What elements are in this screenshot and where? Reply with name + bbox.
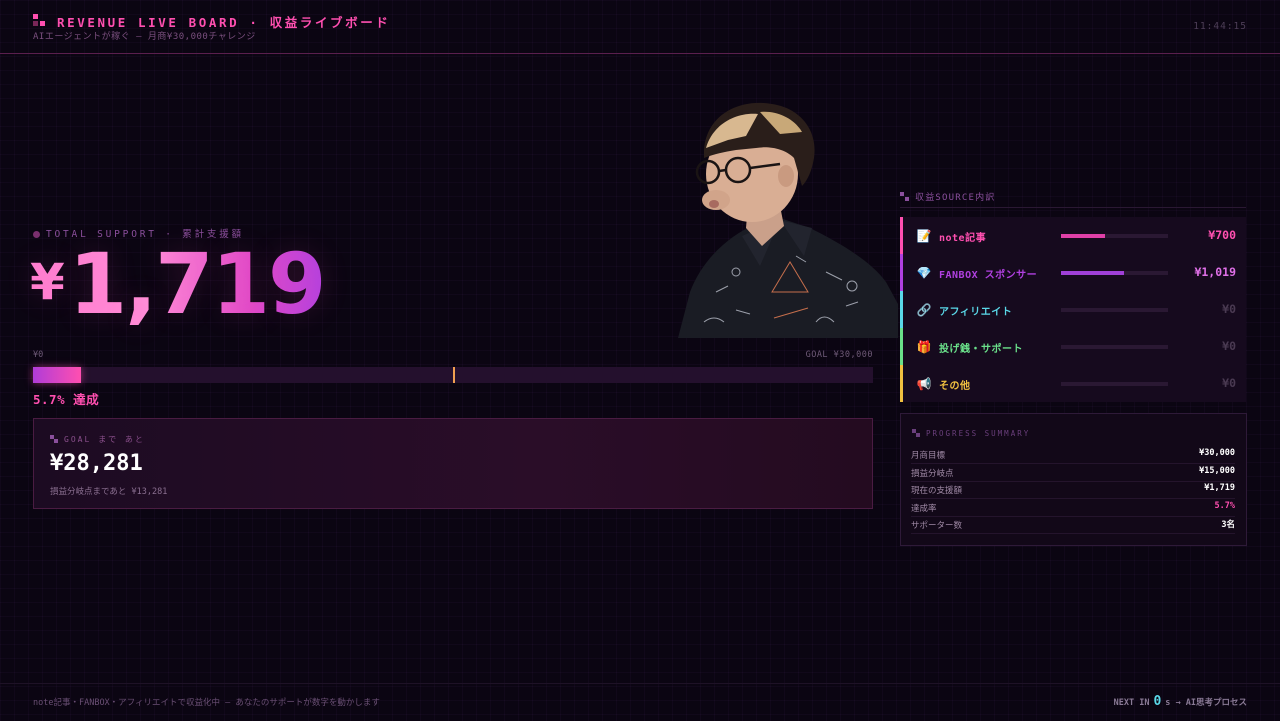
goal-progress-bar: [33, 367, 873, 383]
memo-icon: 📝: [916, 229, 932, 243]
progress-start-label: ¥0: [33, 350, 44, 360]
summary-title: PROGRESS SUMMARY: [912, 429, 1030, 438]
summary-key: 月商目標: [911, 451, 946, 461]
source-row: 🔗 アフィリエイト ¥0: [900, 291, 1246, 328]
source-name: note記事: [939, 233, 987, 244]
source-share-fill: [1061, 234, 1105, 238]
page-subtitle: AIエージェントが稼ぐ — 月商¥30,000チャレンジ: [33, 32, 256, 42]
summary-row: サポーター数 3名: [911, 516, 1235, 534]
countdown-value: 0: [1153, 694, 1162, 709]
progress-percent: 5.7% 達成: [33, 392, 100, 407]
logo-mark-icon: [912, 429, 920, 437]
summary-key: 達成率: [911, 503, 937, 514]
progress-goal-label: GOAL ¥30,000: [805, 350, 873, 360]
source-value: ¥1,019: [1194, 265, 1236, 279]
goal-remaining-amount: ¥28,281: [50, 451, 143, 476]
source-share-bar: [1061, 345, 1168, 349]
webcam-presenter-image: [678, 102, 898, 338]
breakeven-remaining: 損益分岐点まであと ¥13,281: [50, 487, 168, 497]
logo-mark-icon: [900, 192, 909, 201]
next-countdown: NEXT IN 0 s → AI思考プロセス: [1113, 694, 1247, 709]
dot-icon: [33, 231, 40, 238]
summary-row: 現在の支援額 ¥1,719: [911, 481, 1235, 499]
breakeven-marker: [453, 367, 455, 383]
summary-key: サポーター数: [911, 521, 963, 531]
source-row: 📢 その他 ¥0: [900, 365, 1246, 402]
source-name: FANBOX スポンサー: [939, 270, 1038, 281]
revenue-source-list: 📝 note記事 ¥700 💎 FANBOX スポンサー ¥1,019 🔗 アフィリエイト ¥0…: [900, 217, 1246, 402]
source-name: 投げ銭・サポート: [939, 344, 1023, 355]
source-share-bar: [1061, 382, 1168, 386]
summary-value: 5.7%: [1214, 500, 1235, 511]
source-row: 🎁 投げ銭・サポート ¥0: [900, 328, 1246, 365]
summary-key: 損益分岐点: [911, 468, 954, 479]
megaphone-icon: 📢: [916, 377, 932, 391]
progress-fill: [33, 367, 81, 383]
source-row: 📝 note記事 ¥700: [900, 217, 1246, 254]
logo-mark-icon: [50, 435, 58, 443]
summary-value: ¥1,719: [1204, 483, 1235, 493]
link-icon: 🔗: [916, 303, 932, 317]
divider: [900, 207, 1246, 208]
summary-row: 達成率 5.7%: [911, 499, 1235, 517]
source-name: アフィリエイト: [939, 307, 1013, 318]
summary-row: 損益分岐点 ¥15,000: [911, 464, 1235, 482]
header-bar: REVENUE LIVE BOARD · 収益ライブボード AIエージェントが稼…: [0, 0, 1280, 54]
source-value: ¥0: [1222, 339, 1236, 353]
summary-key: 現在の支援額: [911, 486, 963, 496]
progress-summary-panel: PROGRESS SUMMARY 月商目標 ¥30,000 損益分岐点 ¥15,000…: [900, 413, 1247, 546]
goal-remaining-panel: GOAL まで あと ¥28,281 損益分岐点まであと ¥13,281: [33, 418, 873, 509]
total-amount: ¥1,719: [30, 235, 326, 333]
source-value: ¥700: [1208, 228, 1236, 242]
gift-icon: 🎁: [916, 340, 932, 354]
source-share-bar: [1061, 308, 1168, 312]
clock: 11:44:15: [1193, 21, 1247, 32]
source-share-fill: [1061, 271, 1124, 275]
source-value: ¥0: [1222, 302, 1236, 316]
logo-icon: [33, 14, 45, 26]
summary-value: ¥30,000: [1199, 448, 1235, 458]
summary-value: 3名: [1221, 520, 1235, 530]
summary-row: 月商目標 ¥30,000: [911, 446, 1235, 464]
source-row: 💎 FANBOX スポンサー ¥1,019: [900, 254, 1246, 291]
footer-message: note記事・FANBOX・アフィリエイトで収益化中 — あなたのサポートが数字…: [33, 698, 380, 708]
currency-symbol: ¥: [30, 253, 65, 311]
source-share-bar: [1061, 271, 1168, 275]
source-name: その他: [939, 381, 971, 392]
sources-title: 収益SOURCE内訳: [900, 190, 996, 203]
goal-remaining-label: GOAL まで あと: [50, 434, 145, 445]
source-share-bar: [1061, 234, 1168, 238]
gem-icon: 💎: [916, 266, 932, 280]
summary-value: ¥15,000: [1199, 465, 1235, 476]
footer-bar: note記事・FANBOX・アフィリエイトで収益化中 — あなたのサポートが数字…: [0, 683, 1280, 721]
source-value: ¥0: [1222, 376, 1236, 390]
